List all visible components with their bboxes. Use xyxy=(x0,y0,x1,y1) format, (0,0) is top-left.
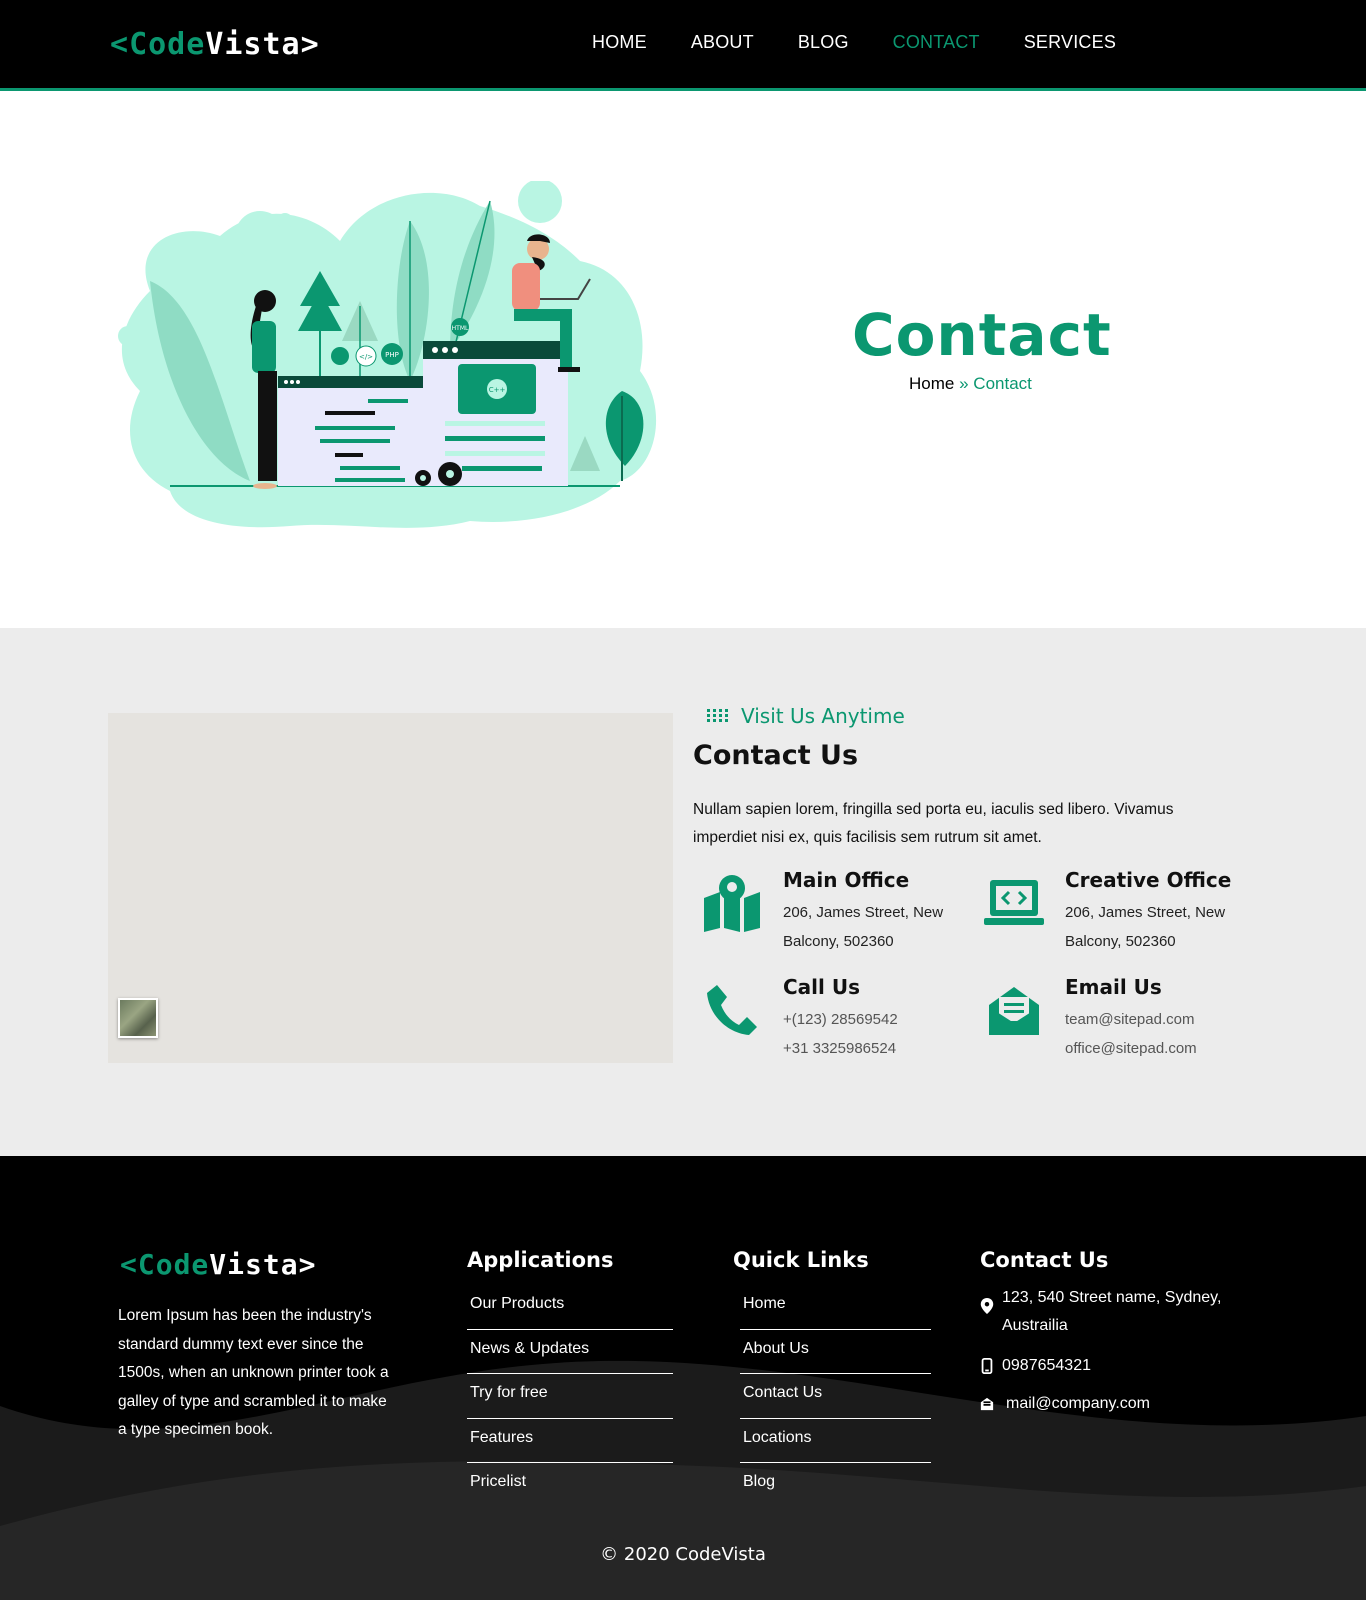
logo-vista-text: Vista xyxy=(205,26,301,62)
phone-icon xyxy=(697,975,767,1045)
footer-link[interactable]: Features xyxy=(467,1419,673,1463)
envelope-icon xyxy=(980,1397,994,1411)
address-line1: 123, 540 Street name, Sydney, xyxy=(1002,1289,1222,1306)
logo-bracket-left: < xyxy=(120,1248,138,1281)
dots-grid-icon xyxy=(707,709,728,722)
footer-link[interactable]: Contact Us xyxy=(740,1374,931,1419)
section-description: Nullam sapien lorem, fringilla sed porta… xyxy=(693,801,1174,846)
logo-bracket-right: > xyxy=(300,26,320,62)
footer-quick-links-title: Quick Links xyxy=(733,1248,869,1272)
info-card-line2: Balcony, 502360 xyxy=(783,933,894,950)
info-card-email-us: Email Us team@sitepad.com office@sitepad… xyxy=(979,975,1249,1075)
nav-home[interactable]: HOME xyxy=(592,32,647,53)
section-title: Contact Us xyxy=(693,740,859,771)
contact-section: Visit Us Anytime Contact Us Nullam sapie… xyxy=(0,628,1366,1156)
page-title: Contact xyxy=(852,301,1112,369)
cpp-tag: C++ xyxy=(489,386,506,394)
footer-logo[interactable]: <CodeVista> xyxy=(120,1248,316,1281)
breadcrumb-home[interactable]: Home xyxy=(909,374,954,393)
info-card-line1: 206, James Street, New xyxy=(1065,904,1226,921)
info-card-creative-office: Creative Office 206, James Street, New B… xyxy=(979,868,1249,968)
footer-applications-list: Our Products News & Updates Try for free… xyxy=(467,1285,673,1508)
footer-applications-title: Applications xyxy=(467,1248,614,1272)
footer-link[interactable]: Home xyxy=(740,1285,931,1330)
footer-email-text: mail@company.com xyxy=(1006,1395,1150,1412)
info-card-line1: 206, James Street, New xyxy=(783,904,944,921)
breadcrumb-separator: » xyxy=(959,374,969,393)
satellite-toggle[interactable] xyxy=(118,998,158,1038)
footer-link[interactable]: Our Products xyxy=(467,1285,673,1330)
footer-link[interactable]: News & Updates xyxy=(467,1330,673,1374)
site-footer: <CodeVista> Lorem Ipsum has been the ind… xyxy=(0,1156,1366,1600)
php-tag: PHP xyxy=(385,351,399,359)
info-card-call-us: Call Us +(123) 28569542 +31 3325986524 xyxy=(697,975,967,1075)
hero-section: C++ </> PHP HTML Contact Home » Contact xyxy=(0,91,1366,628)
nav-services[interactable]: SERVICES xyxy=(1024,32,1116,53)
logo-bracket-left: < xyxy=(110,26,130,62)
info-card-title: Call Us xyxy=(783,975,860,999)
code-tag: </> xyxy=(359,353,373,361)
info-card-title: Email Us xyxy=(1065,975,1162,999)
footer-link[interactable]: Blog xyxy=(740,1463,931,1508)
footer-link[interactable]: Pricelist xyxy=(467,1463,673,1508)
envelope-open-icon xyxy=(979,975,1049,1045)
copyright: © 2020 CodeVista xyxy=(600,1544,766,1565)
map-icon xyxy=(697,868,767,938)
phone-link-2[interactable]: +31 3325986524 xyxy=(783,1040,896,1057)
section-eyebrow: Visit Us Anytime xyxy=(707,704,905,728)
footer-phone-text: 0987654321 xyxy=(1002,1357,1091,1374)
address-line2: Austrailia xyxy=(1002,1317,1068,1334)
html-tag: HTML xyxy=(452,325,469,332)
nav-blog[interactable]: BLOG xyxy=(798,32,849,53)
eyebrow-text: Visit Us Anytime xyxy=(741,704,905,728)
logo-bracket-right: > xyxy=(298,1248,317,1281)
footer-contact-title: Contact Us xyxy=(980,1248,1109,1272)
site-logo[interactable]: < Code Vista > xyxy=(110,26,320,62)
main-nav: HOME ABOUT BLOG CONTACT SERVICES xyxy=(592,32,1160,53)
footer-link[interactable]: About Us xyxy=(740,1330,931,1374)
map-embed[interactable] xyxy=(108,713,673,1063)
email-link-1[interactable]: team@sitepad.com xyxy=(1065,1011,1194,1028)
site-header: < Code Vista > HOME ABOUT BLOG CONTACT SERV… xyxy=(0,0,1366,91)
footer-quick-links-list: Home About Us Contact Us Locations Blog xyxy=(740,1285,931,1508)
footer-about-text: Lorem Ipsum has been the industry's stan… xyxy=(118,1307,389,1438)
breadcrumb: Home » Contact xyxy=(909,374,1032,394)
logo-vista-text: Vista xyxy=(209,1248,299,1281)
footer-link[interactable]: Locations xyxy=(740,1419,931,1463)
logo-code-text: Code xyxy=(129,26,206,62)
info-card-title: Main Office xyxy=(783,868,910,892)
footer-link[interactable]: Try for free xyxy=(467,1374,673,1419)
email-link-2[interactable]: office@sitepad.com xyxy=(1065,1040,1197,1057)
laptop-code-icon xyxy=(979,868,1049,938)
phone-link-1[interactable]: +(123) 28569542 xyxy=(783,1011,898,1028)
location-pin-icon xyxy=(980,1298,994,1314)
nav-contact[interactable]: CONTACT xyxy=(893,32,980,53)
developers-illustration: C++ </> PHP HTML xyxy=(118,181,657,528)
logo-code-text: Code xyxy=(137,1248,210,1281)
info-card-title: Creative Office xyxy=(1065,868,1232,892)
nav-about[interactable]: ABOUT xyxy=(691,32,754,53)
breadcrumb-current: Contact xyxy=(973,374,1032,393)
mobile-phone-icon xyxy=(981,1358,993,1374)
info-card-main-office: Main Office 206, James Street, New Balco… xyxy=(697,868,967,968)
info-card-line2: Balcony, 502360 xyxy=(1065,933,1176,950)
